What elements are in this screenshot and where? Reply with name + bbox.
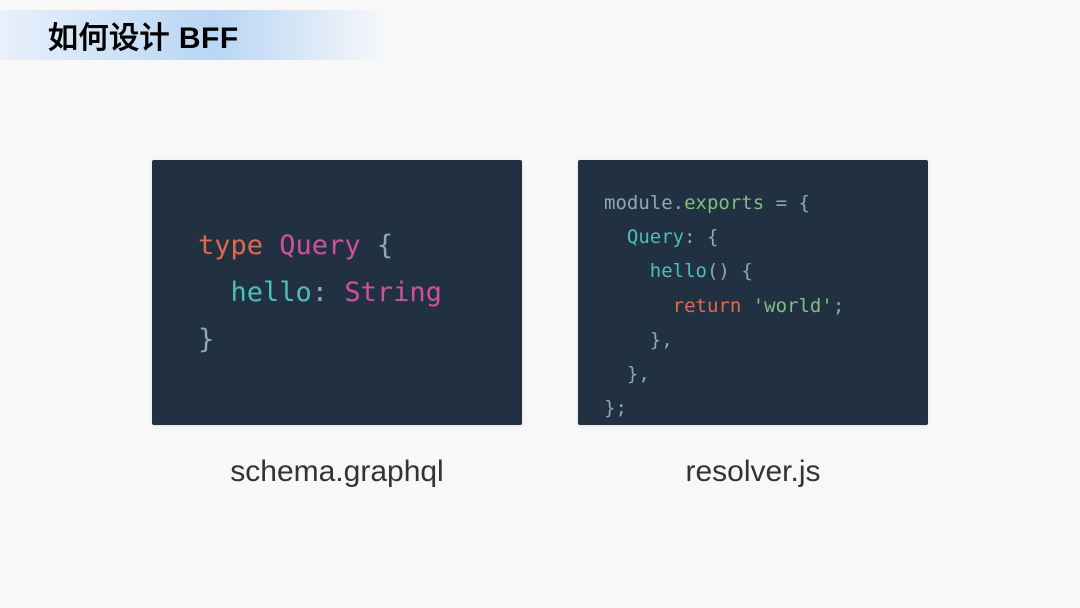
resolver-brace-close-1: } — [604, 397, 615, 419]
resolver-semi-1: ; — [833, 295, 844, 317]
resolver-brace-close-2: } — [627, 363, 638, 385]
schema-code-block: type Query { hello: String } — [152, 160, 522, 425]
resolver-return: return — [673, 295, 742, 317]
resolver-brace-open-3: { — [741, 260, 752, 282]
schema-caption: schema.graphql — [230, 455, 443, 489]
resolver-semi-2: ; — [615, 397, 626, 419]
resolver-column: module.exports = { Query: { hello() { re… — [578, 160, 928, 489]
resolver-comma-1: , — [661, 329, 672, 351]
slide-content: type Query { hello: String } schema.grap… — [0, 70, 1080, 489]
resolver-string-world: 'world' — [753, 295, 833, 317]
slide-header: 如何设计 BFF — [0, 0, 1080, 70]
schema-brace-close: } — [198, 324, 214, 355]
schema-type-query: Query — [279, 230, 360, 261]
resolver-module: module — [604, 192, 673, 214]
resolver-paren: () — [707, 260, 730, 282]
resolver-query-key: Query — [627, 226, 684, 248]
resolver-brace-close-3: } — [650, 329, 661, 351]
resolver-code-block: module.exports = { Query: { hello() { re… — [578, 160, 928, 425]
resolver-comma-2: , — [638, 363, 649, 385]
resolver-brace-open-1: { — [799, 192, 810, 214]
schema-keyword-type: type — [198, 230, 263, 261]
resolver-exports: exports — [684, 192, 764, 214]
schema-brace-open: { — [377, 230, 393, 261]
schema-type-string: String — [344, 277, 442, 308]
resolver-dot: . — [673, 192, 684, 214]
schema-column: type Query { hello: String } schema.grap… — [152, 160, 522, 489]
schema-colon: : — [312, 277, 328, 308]
resolver-eq: = — [764, 192, 798, 214]
resolver-caption: resolver.js — [685, 455, 820, 489]
resolver-colon-1: : — [684, 226, 695, 248]
slide-title: 如何设计 BFF — [0, 13, 239, 57]
schema-field-hello: hello — [231, 277, 312, 308]
resolver-brace-open-2: { — [707, 226, 718, 248]
resolver-hello-fn: hello — [650, 260, 707, 282]
